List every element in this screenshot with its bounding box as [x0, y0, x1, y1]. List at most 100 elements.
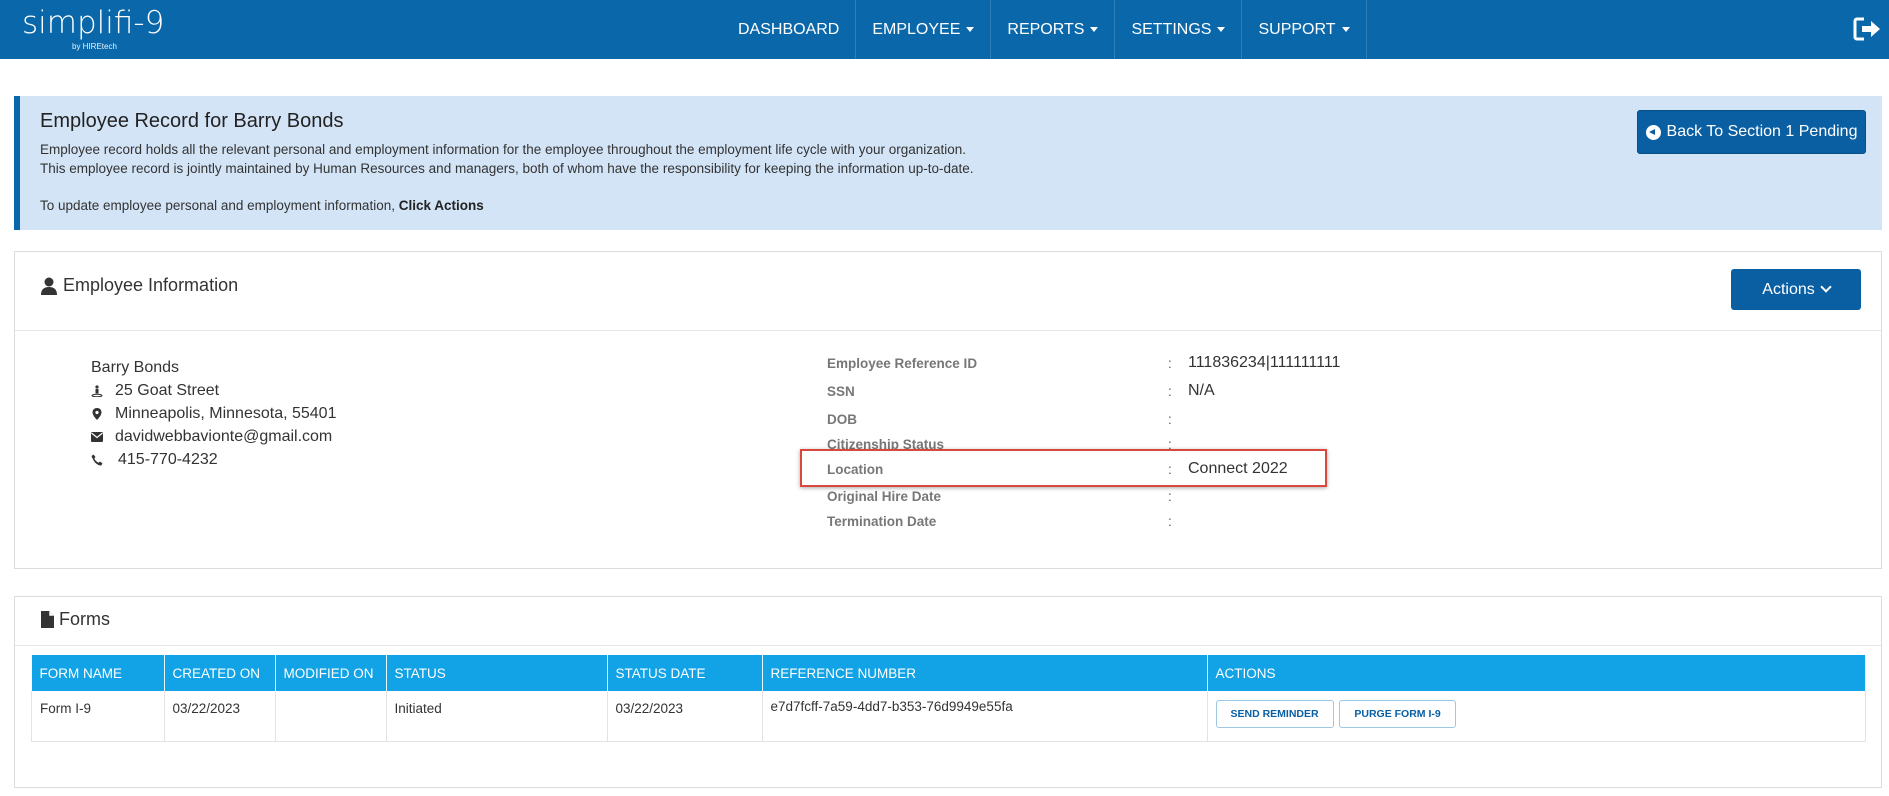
banner-line-3-text: To update employee personal and employme…	[40, 198, 399, 213]
employee-contact: Barry Bonds 25 Goat Street Minneapolis, …	[91, 356, 336, 471]
map-marker-icon	[91, 407, 103, 420]
banner-line-3: To update employee personal and employme…	[40, 198, 484, 213]
field-ssn: SSN : N/A	[827, 382, 1427, 406]
envelope-icon	[91, 431, 103, 443]
nav-support[interactable]: SUPPORT	[1241, 0, 1367, 59]
employee-info-header: Employee Information Actions	[15, 252, 1881, 331]
field-separator: :	[1168, 489, 1172, 504]
field-value: Connect 2022	[1188, 460, 1288, 477]
nav-settings-label: SETTINGS	[1131, 20, 1212, 38]
caret-down-icon	[1217, 27, 1226, 32]
nav-reports-label: REPORTS	[1007, 20, 1085, 38]
cell-status-date: 03/22/2023	[607, 691, 763, 742]
sign-out-icon[interactable]	[1853, 16, 1881, 42]
nav-employee[interactable]: EMPLOYEE	[855, 0, 990, 59]
field-citizenship-status: Citizenship Status :	[827, 437, 1427, 449]
col-status[interactable]: STATUS	[386, 655, 608, 691]
field-original-hire-date: Original Hire Date :	[827, 489, 1427, 511]
nav-settings[interactable]: SETTINGS	[1114, 0, 1241, 59]
employee-city: Minneapolis, Minnesota, 55401	[91, 402, 336, 425]
nav-employee-label: EMPLOYEE	[872, 20, 961, 38]
employee-street-text: 25 Goat Street	[115, 381, 220, 399]
employee-phone: 415-770-4232	[91, 448, 336, 471]
chevron-down-icon	[1820, 281, 1832, 293]
nav-reports[interactable]: REPORTS	[990, 0, 1114, 59]
forms-panel: Forms FORM NAME CREATED ON MODIFIED ON S…	[14, 596, 1882, 788]
cell-form-name: Form I-9	[31, 691, 165, 742]
field-separator: :	[1168, 356, 1172, 371]
field-separator: :	[1168, 384, 1172, 399]
send-reminder-button[interactable]: SEND REMINDER	[1215, 700, 1334, 728]
caret-down-icon	[1341, 27, 1350, 32]
employee-email: davidwebbavionte@gmail.com	[91, 425, 336, 448]
col-form-name[interactable]: FORM NAME	[31, 655, 165, 691]
file-icon	[41, 611, 54, 628]
field-separator: :	[1168, 514, 1172, 529]
field-separator: :	[1168, 437, 1172, 449]
cell-reference-number: e7d7fcff-7a59-4dd7-b353-76d9949e55fa	[762, 691, 1208, 742]
logo-text: simplifi-9	[22, 5, 165, 41]
employee-info-title: Employee Information	[41, 275, 238, 296]
actions-dropdown-button[interactable]: Actions	[1731, 269, 1861, 310]
field-label: Termination Date	[827, 514, 937, 529]
employee-city-text: Minneapolis, Minnesota, 55401	[115, 404, 337, 422]
caret-down-icon	[1090, 27, 1099, 32]
forms-header: Forms	[15, 597, 1881, 646]
arrow-circle-left-icon	[1645, 124, 1661, 140]
col-created-on[interactable]: CREATED ON	[164, 655, 276, 691]
field-label: SSN	[827, 384, 855, 399]
top-navbar: simplifi-9 by HIREtech DASHBOARD EMPLOYE…	[0, 0, 1889, 59]
forms-title: Forms	[41, 609, 110, 630]
street-view-icon	[91, 384, 103, 397]
field-label: Original Hire Date	[827, 489, 942, 504]
field-label: Employee Reference ID	[827, 356, 978, 371]
forms-table: FORM NAME CREATED ON MODIFIED ON STATUS …	[31, 655, 1866, 742]
cell-modified-on	[275, 691, 387, 742]
purge-form-button[interactable]: PURGE FORM I-9	[1339, 700, 1456, 728]
col-status-date[interactable]: STATUS DATE	[607, 655, 763, 691]
field-separator: :	[1168, 462, 1172, 477]
cell-actions: SEND REMINDER PURGE FORM I-9	[1207, 691, 1866, 742]
cell-status: Initiated	[386, 691, 608, 742]
field-value: N/A	[1188, 382, 1215, 399]
logo-subtext: by HIREtech	[72, 42, 117, 51]
table-row: Form I-9 03/22/2023 Initiated 03/22/2023…	[31, 691, 1866, 742]
employee-info-title-text: Employee Information	[63, 275, 239, 295]
nav-support-label: SUPPORT	[1258, 20, 1336, 38]
nav-dashboard-label: DASHBOARD	[738, 20, 840, 38]
banner-line-1: Employee record holds all the relevant p…	[40, 142, 967, 157]
forms-title-text: Forms	[59, 609, 110, 629]
back-to-section-1-button[interactable]: Back To Section 1 Pending	[1637, 110, 1866, 154]
info-banner: Employee Record for Barry Bonds Employee…	[14, 96, 1882, 230]
field-label: Citizenship Status	[827, 437, 945, 449]
field-label: DOB	[827, 412, 857, 427]
field-dob: DOB :	[827, 412, 1427, 434]
actions-label: Actions	[1762, 280, 1815, 298]
col-actions: ACTIONS	[1207, 655, 1866, 691]
forms-table-header: FORM NAME CREATED ON MODIFIED ON STATUS …	[31, 655, 1866, 691]
banner-click-actions: Click Actions	[398, 198, 484, 213]
field-label: Location	[827, 462, 884, 477]
field-separator: :	[1168, 412, 1172, 427]
employee-street: 25 Goat Street	[91, 379, 336, 402]
page-title: Employee Record for Barry Bonds	[40, 110, 344, 132]
caret-down-icon	[966, 27, 975, 32]
app-logo[interactable]: simplifi-9 by HIREtech	[22, 5, 165, 51]
cell-created-on: 03/22/2023	[164, 691, 276, 742]
field-location: Location : Connect 2022	[827, 460, 1427, 484]
col-modified-on[interactable]: MODIFIED ON	[275, 655, 387, 691]
employee-info-panel: Employee Information Actions Barry Bonds…	[14, 251, 1882, 569]
employee-name: Barry Bonds	[91, 358, 180, 376]
main-nav: DASHBOARD EMPLOYEE REPORTS SETTINGS SUPP…	[722, 0, 1367, 59]
phone-icon	[91, 454, 103, 466]
user-icon	[41, 277, 57, 295]
employee-email-text: davidwebbavionte@gmail.com	[115, 427, 333, 445]
field-value: 111836234|111111111	[1188, 354, 1341, 371]
back-button-label: Back To Section 1 Pending	[1666, 123, 1858, 140]
field-employee-reference-id: Employee Reference ID : 111836234|111111…	[827, 354, 1427, 378]
field-termination-date: Termination Date :	[827, 514, 1427, 536]
employee-phone-text: 415-770-4232	[118, 450, 218, 468]
banner-line-2: This employee record is jointly maintain…	[40, 161, 974, 176]
col-reference-number[interactable]: REFERENCE NUMBER	[762, 655, 1208, 691]
nav-dashboard[interactable]: DASHBOARD	[722, 0, 855, 59]
